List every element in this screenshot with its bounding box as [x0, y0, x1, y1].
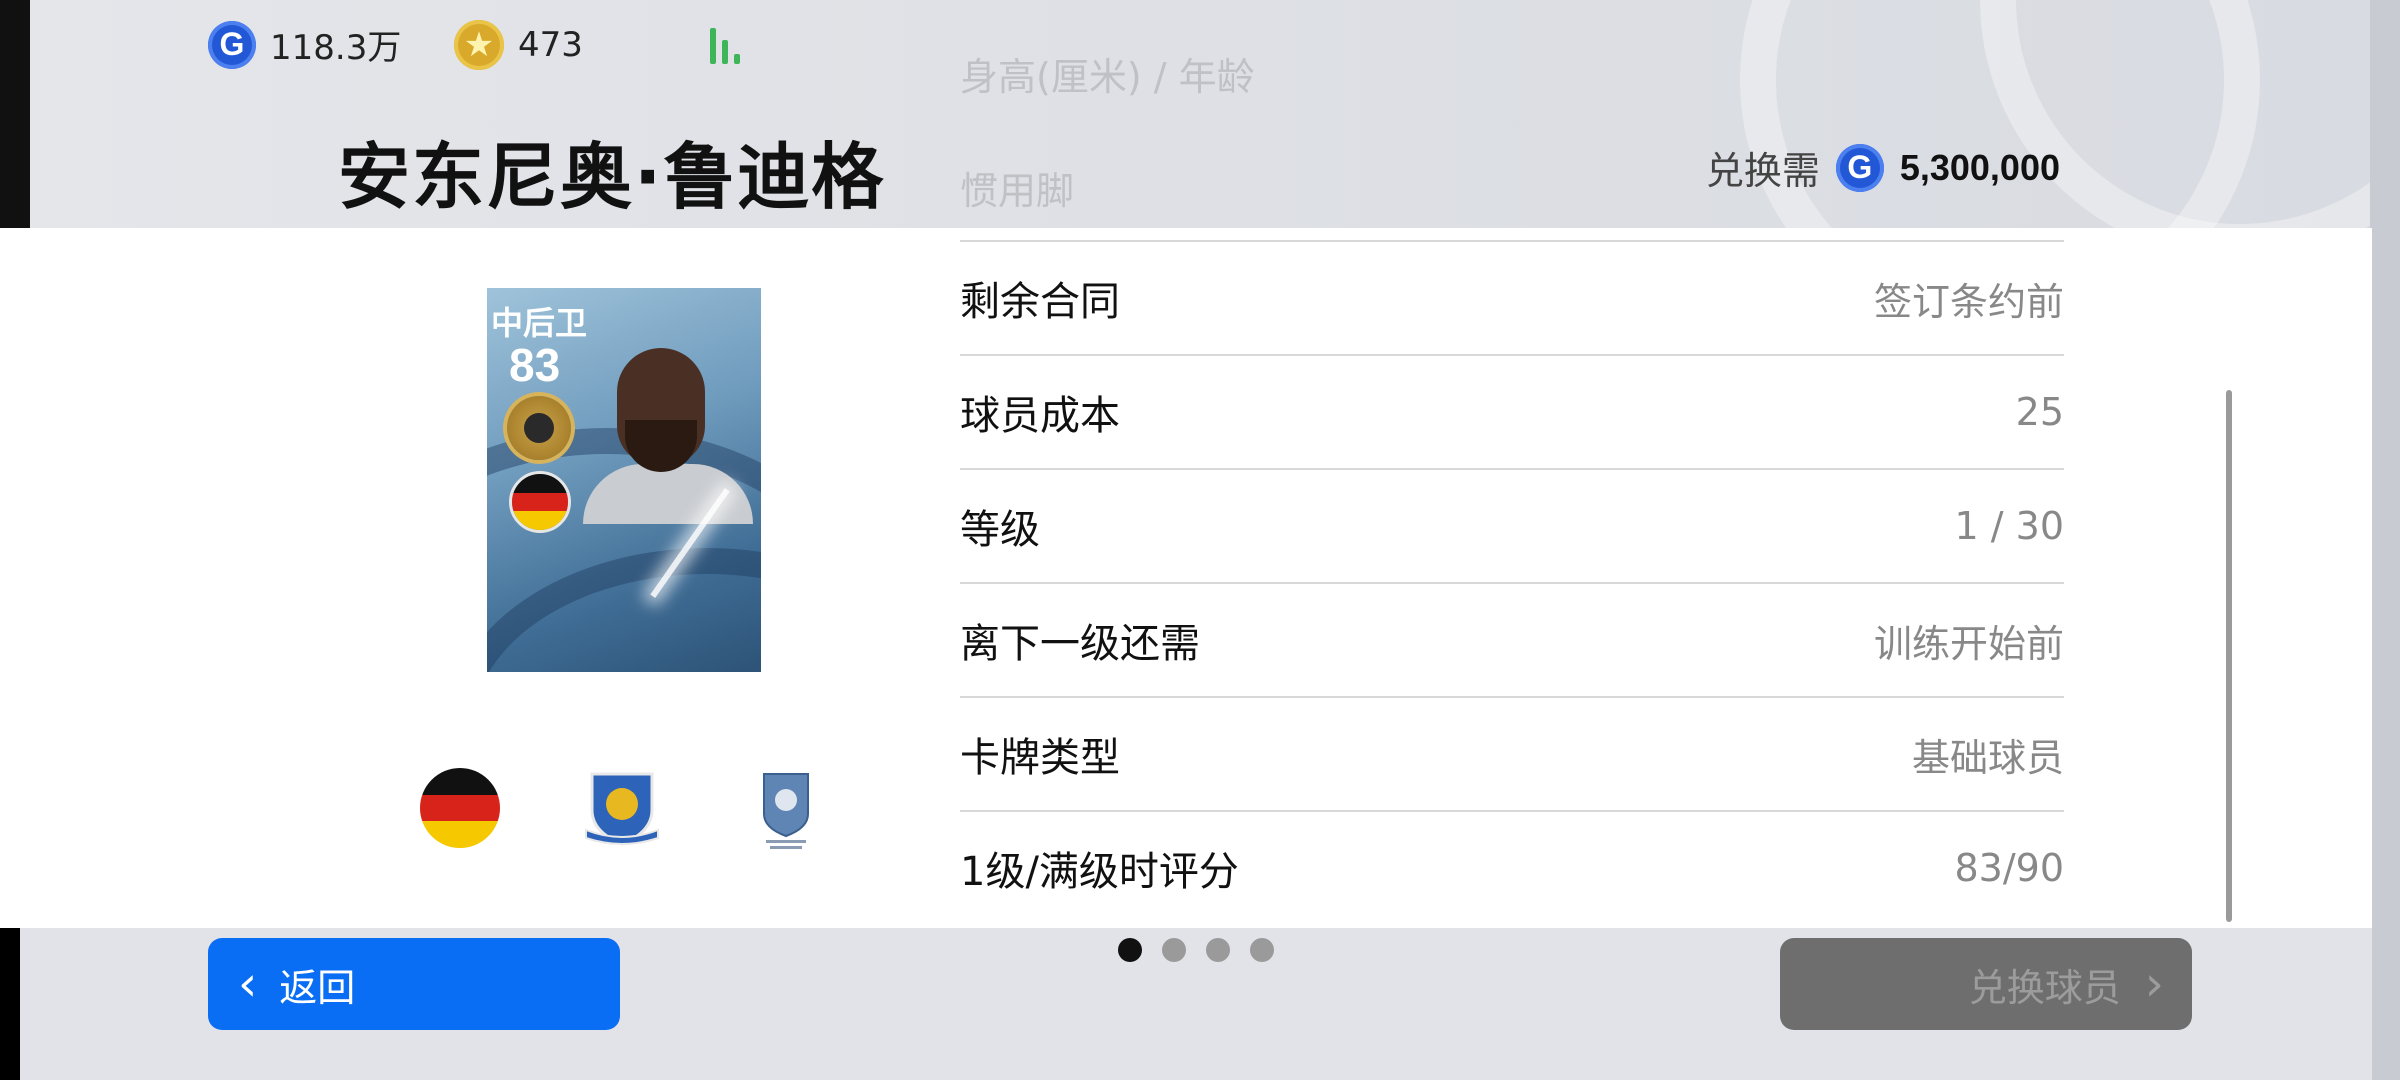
card-badge-icon [507, 396, 571, 460]
gp-coin-icon: G [208, 20, 256, 69]
league-logo-icon[interactable] [758, 770, 814, 854]
stat-row: 剩余合同 签订条约前 [960, 240, 2064, 354]
screen-edge [2370, 0, 2400, 1080]
nationality-flag-icon[interactable] [420, 768, 500, 848]
page-dot[interactable] [1206, 938, 1230, 962]
stat-row: 卡牌类型 基础球员 [960, 696, 2064, 810]
stat-value: 83/90 [1954, 846, 2064, 890]
coin-balance: ★ 473 [454, 20, 583, 70]
stat-label: 等级 [960, 507, 1040, 553]
stat-label: 离下一级还需 [960, 621, 1200, 667]
stat-row: 等级 1 / 30 [960, 468, 2064, 582]
ghost-row: 身高(厘米) / 年龄 [960, 55, 1255, 99]
stat-value: 1 / 30 [1954, 504, 2065, 548]
stat-label: 1级/满级时评分 [960, 849, 1239, 895]
chevron-left-icon: ‹ [238, 956, 258, 1012]
page-dot[interactable] [1162, 938, 1186, 962]
exchange-cost: 兑换需 G 5,300,000 [1706, 140, 2060, 195]
stat-row: 1级/满级时评分 83/90 [960, 810, 2064, 924]
stat-value: 基础球员 [1911, 735, 2064, 780]
exchange-button-label: 兑换球员 [1968, 965, 2121, 1010]
player-portrait [583, 338, 753, 524]
page-indicator [1118, 938, 1274, 962]
gp-balance: G 118.3万 [208, 20, 401, 69]
back-button-label: 返回 [279, 965, 356, 1010]
exchange-player-button[interactable]: 兑换球员 › [1780, 938, 2192, 1030]
card-rating: 83 [509, 339, 561, 391]
stat-row: 离下一级还需 训练开始前 [960, 582, 2064, 696]
player-name: 安东尼奥·鲁迪格 [338, 135, 886, 219]
stat-label: 剩余合同 [960, 279, 1120, 325]
club-crest-icon[interactable] [582, 770, 662, 848]
coin-amount: 473 [518, 25, 583, 65]
gp-coin-icon: G [1835, 143, 1884, 192]
gp-amount: 118.3万 [270, 28, 402, 68]
signal-icon [710, 28, 740, 64]
stat-label: 卡牌类型 [960, 735, 1120, 781]
exchange-cost-label: 兑换需 [1705, 149, 1820, 193]
chevron-right-icon: › [2144, 956, 2164, 1012]
ghost-row: 惯用脚 [960, 169, 1075, 213]
stat-value: 25 [2015, 390, 2064, 434]
stat-value: 签订条约前 [1873, 279, 2064, 324]
back-button[interactable]: ‹ 返回 [208, 938, 620, 1030]
stats-scrollbar[interactable] [2226, 390, 2232, 922]
stat-label: 球员成本 [960, 393, 1120, 439]
stat-row: 球员成本 25 [960, 354, 2064, 468]
germany-flag-icon [509, 471, 571, 533]
exchange-cost-value: 5,300,000 [1899, 146, 2060, 188]
page-dot[interactable] [1250, 938, 1274, 962]
stat-value: 训练开始前 [1873, 621, 2064, 666]
screen-edge [0, 0, 30, 228]
player-card[interactable]: 中后卫 83 [487, 288, 761, 672]
star-coin-icon: ★ [454, 20, 504, 70]
page-dot[interactable] [1118, 938, 1142, 962]
